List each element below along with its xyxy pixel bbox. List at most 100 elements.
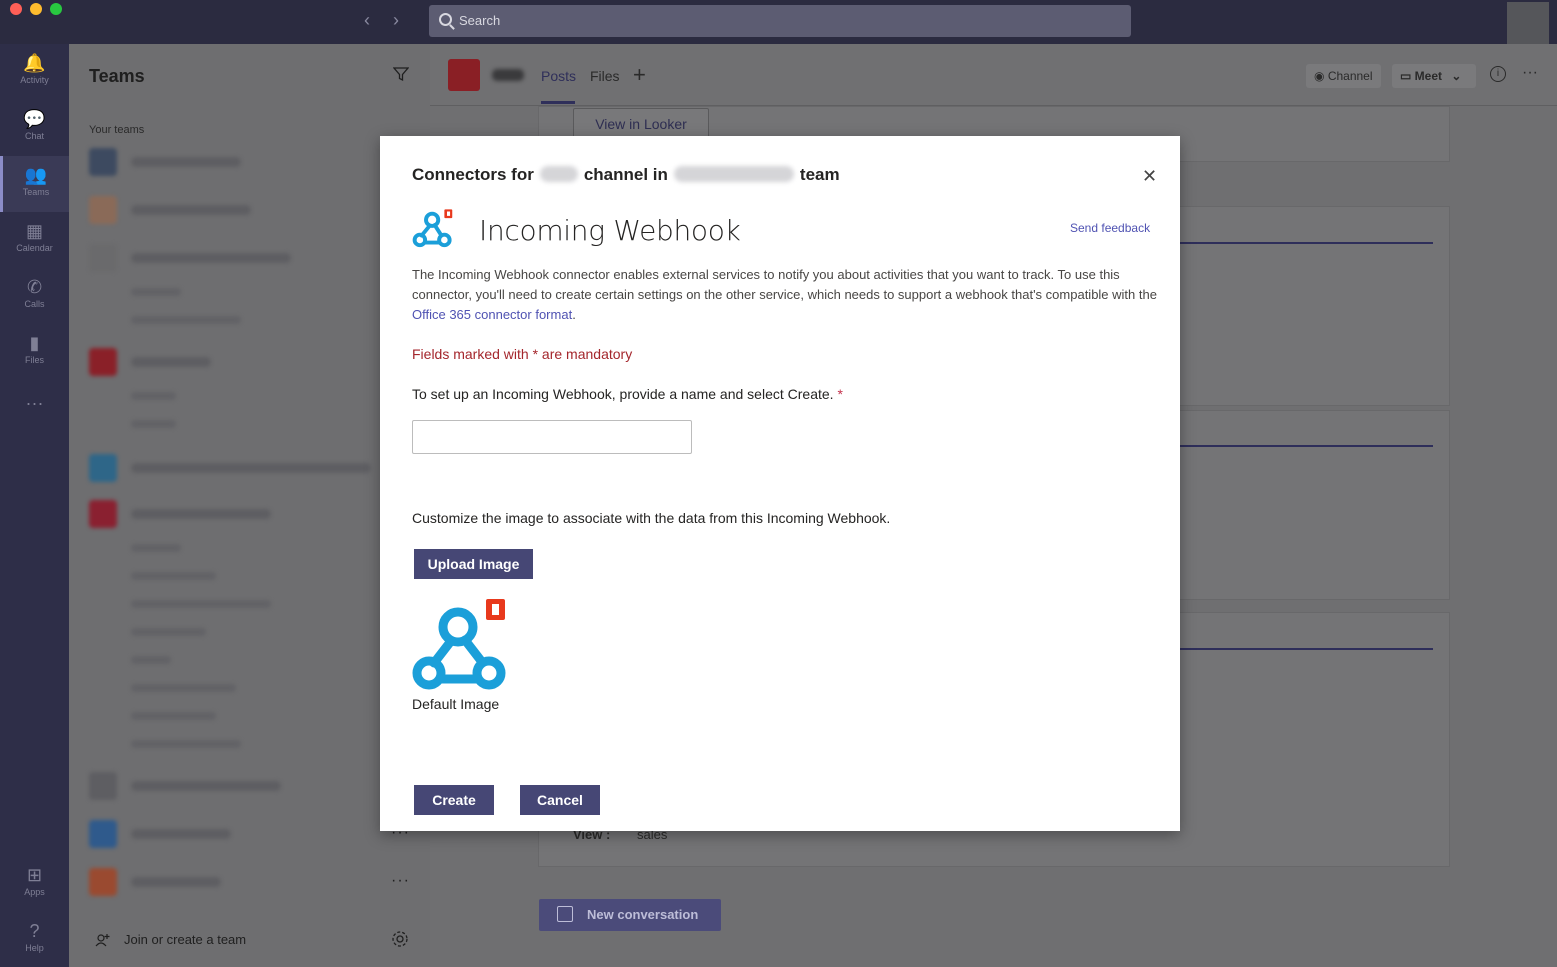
tab-posts[interactable]: Posts	[541, 68, 576, 84]
rail-item-teams[interactable]: 👥 Teams	[0, 156, 69, 212]
upload-image-button[interactable]: Upload Image	[414, 549, 533, 579]
connectors-dialog: Connectors for channel in team ✕ Incoming …	[380, 136, 1180, 831]
meet-label: Meet	[1414, 69, 1443, 83]
required-star: *	[837, 386, 843, 402]
rail-item-activity[interactable]: 🔔 Activity	[0, 44, 69, 100]
close-icon[interactable]: ✕	[1142, 166, 1157, 187]
close-window-button[interactable]	[10, 3, 22, 15]
chevron-down-icon[interactable]: ⌄	[1451, 69, 1461, 83]
rail-label: Activity	[20, 75, 49, 85]
team-item[interactable]	[89, 148, 379, 178]
connector-description: The Incoming Webhook connector enables e…	[412, 265, 1157, 325]
forward-arrow-icon[interactable]: ›	[393, 10, 399, 31]
dialog-title: Connectors for channel in team	[412, 165, 840, 185]
help-icon: ?	[29, 921, 40, 941]
send-feedback-link[interactable]: Send feedback	[1070, 221, 1150, 235]
webhook-name-input[interactable]	[412, 420, 692, 454]
more-icon: ···	[25, 393, 44, 413]
rail-item-chat[interactable]: 💬 Chat	[0, 100, 69, 156]
channel-item[interactable]	[131, 572, 216, 580]
active-tab-indicator	[541, 101, 575, 104]
default-webhook-image	[412, 599, 506, 690]
team-name-redacted	[131, 829, 231, 839]
channel-item[interactable]	[131, 684, 236, 692]
calendar-icon: ▦	[25, 221, 43, 241]
more-options-icon[interactable]: ···	[1522, 64, 1538, 82]
tab-files[interactable]: Files	[590, 68, 620, 84]
search-icon	[439, 13, 452, 26]
title-prefix: Connectors for	[412, 165, 534, 184]
filter-icon[interactable]	[393, 66, 409, 82]
channel-item[interactable]	[131, 600, 271, 608]
card-accent-line	[1150, 445, 1433, 447]
team-item[interactable]	[89, 868, 379, 898]
team-item[interactable]	[89, 772, 379, 802]
team-item[interactable]	[89, 454, 399, 484]
rail-label: Apps	[24, 887, 45, 897]
rail-item-help[interactable]: ? Help	[0, 912, 69, 967]
join-or-create-team-link[interactable]: Join or create a team	[124, 932, 246, 947]
info-icon[interactable]: i	[1490, 66, 1506, 82]
mandatory-fields-note: Fields marked with * are mandatory	[412, 346, 633, 362]
meet-button[interactable]: ▭ Meet ⌄	[1392, 64, 1476, 88]
avatar[interactable]	[1507, 2, 1549, 44]
team-item[interactable]	[89, 348, 379, 378]
channel-item[interactable]	[131, 288, 181, 296]
channel-chip-label: Channel	[1327, 69, 1373, 83]
channel-item[interactable]	[131, 392, 176, 400]
rail-item-calls[interactable]: ✆ Calls	[0, 268, 69, 324]
rail-item-files[interactable]: ▮ Files	[0, 324, 69, 380]
cancel-button[interactable]: Cancel	[520, 785, 600, 815]
search-box[interactable]: Search	[429, 5, 1131, 37]
team-avatar	[89, 454, 117, 482]
rail-label: Teams	[22, 187, 50, 197]
rail-label: Files	[24, 355, 44, 365]
team-name-redacted	[131, 157, 241, 167]
channel-item[interactable]	[131, 656, 171, 664]
card-accent-line	[1150, 648, 1433, 650]
new-conversation-button[interactable]: New conversation	[539, 899, 721, 931]
channel-item[interactable]	[131, 420, 176, 428]
team-name-redacted	[673, 166, 794, 182]
minimize-window-button[interactable]	[30, 3, 42, 15]
channel-info-chip[interactable]: ◉ Channel	[1306, 64, 1381, 88]
team-item[interactable]	[89, 244, 379, 274]
teams-panel-title: Teams	[89, 66, 145, 86]
rail-item-more[interactable]: ···	[0, 384, 69, 440]
channel-item[interactable]	[131, 712, 216, 720]
video-camera-icon: ▭	[1400, 69, 1415, 83]
team-more-options-icon[interactable]: ···	[391, 872, 410, 890]
search-placeholder: Search	[459, 13, 501, 28]
back-arrow-icon[interactable]: ‹	[364, 10, 370, 31]
join-team-icon	[95, 934, 110, 947]
channel-item[interactable]	[131, 316, 241, 324]
phone-icon: ✆	[26, 277, 43, 297]
team-avatar	[89, 772, 117, 800]
zoom-window-button[interactable]	[50, 3, 62, 15]
create-button[interactable]: Create	[414, 785, 494, 815]
new-conversation-label: New conversation	[587, 907, 699, 922]
add-tab-icon[interactable]: +	[633, 62, 646, 88]
team-avatar	[89, 244, 117, 272]
channel-item[interactable]	[131, 628, 206, 636]
your-teams-label: Your teams	[89, 124, 145, 136]
customize-image-label: Customize the image to associate with th…	[412, 510, 891, 526]
connector-title: Incoming Webhook	[479, 214, 741, 247]
team-item[interactable]	[89, 500, 379, 530]
channel-item[interactable]	[131, 740, 241, 748]
team-item[interactable]	[89, 820, 379, 850]
bell-icon: 🔔	[23, 53, 46, 73]
channel-item[interactable]	[131, 544, 181, 552]
description-end: .	[572, 307, 576, 322]
compose-icon	[557, 906, 573, 922]
team-avatar	[89, 500, 117, 528]
office-365-connector-format-link[interactable]: Office 365 connector format	[412, 307, 572, 322]
rail-item-calendar[interactable]: ▦ Calendar	[0, 212, 69, 268]
team-avatar	[89, 348, 117, 376]
app-rail: 🔔 Activity 💬 Chat 👥 Teams ▦ Calendar ✆ C…	[0, 44, 69, 967]
team-item[interactable]	[89, 196, 379, 226]
team-avatar	[89, 196, 117, 224]
rail-item-apps[interactable]: ⊞ Apps	[0, 856, 69, 912]
eye-icon: ◉	[1314, 69, 1328, 83]
gear-icon[interactable]	[391, 930, 409, 948]
